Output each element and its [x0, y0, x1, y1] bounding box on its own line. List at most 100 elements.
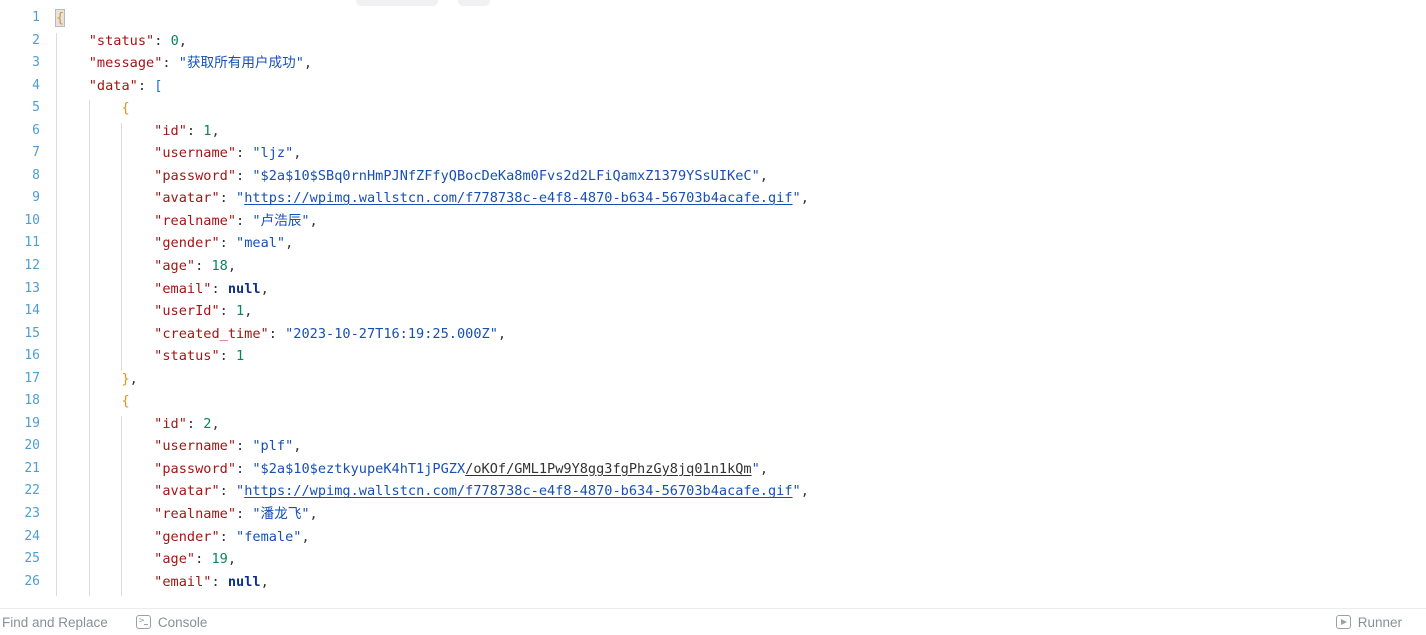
- token-punct: :: [211, 280, 228, 297]
- token-key: "username": [154, 145, 236, 162]
- code-line[interactable]: 19 "id": 2,: [0, 413, 1426, 436]
- line-number: 22: [24, 483, 40, 499]
- code-line[interactable]: 24 "gender": "female",: [0, 526, 1426, 549]
- code-line[interactable]: 22 "avatar": "https://wpimg.wallstcn.com/…: [0, 480, 1426, 503]
- code-line[interactable]: 7 "username": "ljz",: [0, 142, 1426, 165]
- token-punct: ,: [800, 190, 809, 207]
- code-line-content[interactable]: "data": [: [89, 75, 163, 98]
- json-editor[interactable]: 1{2 "status": 0, 3 "message": "获取所有用户成功", 4 "…: [0, 7, 1426, 608]
- code-line-content[interactable]: "message": "获取所有用户成功",: [89, 52, 312, 75]
- token-punct: ,: [497, 325, 507, 342]
- code-line[interactable]: 4 "data": [: [0, 75, 1426, 98]
- code-line-content[interactable]: "realname": "潘龙飞",: [154, 503, 318, 526]
- code-line-content[interactable]: "avatar": "https://wpimg.wallstcn.com/f7…: [154, 187, 809, 210]
- code-line-content[interactable]: "avatar": "https://wpimg.wallstcn.com/f7…: [154, 480, 809, 503]
- code-line[interactable]: 12 "age": 18,: [0, 255, 1426, 278]
- token-link[interactable]: https://wpimg.wallstcn.com/f778738c-e4f8…: [244, 190, 792, 206]
- token-punct: ,: [260, 280, 269, 297]
- code-line-content[interactable]: "gender": "female",: [154, 526, 310, 549]
- code-line[interactable]: 11 "gender": "meal",: [0, 232, 1426, 255]
- token-num: 18: [211, 258, 228, 275]
- code-line[interactable]: 21 "password": "$2a$10$eztkyupeK4hT1jPGZX…: [0, 458, 1426, 481]
- token-key: "data": [88, 77, 138, 94]
- code-line[interactable]: 25 "age": 19,: [0, 548, 1426, 571]
- code-line[interactable]: 6 "id": 1,: [0, 120, 1426, 143]
- top-toolbar-strip: [0, 0, 1426, 7]
- code-line[interactable]: 23 "realname": "潘龙飞",: [0, 503, 1426, 526]
- code-line-content[interactable]: "status": 1: [154, 345, 244, 368]
- token-punct: :: [219, 348, 237, 365]
- code-line[interactable]: 2 "status": 0,: [0, 30, 1426, 53]
- code-line-content[interactable]: "age": 18,: [154, 255, 236, 278]
- find-and-replace-button[interactable]: Find and Replace: [0, 609, 122, 635]
- token-punct: :: [236, 145, 253, 162]
- code-line-content[interactable]: "email": null,: [154, 278, 269, 301]
- code-line-content[interactable]: "username": "ljz",: [154, 142, 301, 165]
- code-line[interactable]: 9 "avatar": "https://wpimg.wallstcn.com/f…: [0, 187, 1426, 210]
- code-line-content[interactable]: "id": 1,: [154, 120, 220, 143]
- code-lines[interactable]: 1{2 "status": 0, 3 "message": "获取所有用户成功", 4 "…: [0, 7, 1426, 593]
- code-line[interactable]: 8 "password": "$2a$10$SBq0rnHmPJNfZFfyQBo…: [0, 165, 1426, 188]
- token-punct: ,: [301, 528, 310, 545]
- token-key: "email": [154, 280, 212, 297]
- line-number: 1: [32, 10, 40, 25]
- toolbar-pill-1[interactable]: [356, 0, 438, 6]
- token-punct: ,: [759, 167, 768, 184]
- code-line-content[interactable]: },: [121, 368, 137, 391]
- code-line[interactable]: 10 "realname": "卢浩辰",: [0, 210, 1426, 233]
- token-num: 1: [236, 303, 245, 320]
- code-line-content[interactable]: "age": 19,: [154, 548, 236, 571]
- token-punct: ,: [309, 212, 318, 229]
- token-punct: :: [236, 167, 253, 184]
- token-link[interactable]: https://wpimg.wallstcn.com/f778738c-e4f8…: [244, 483, 792, 499]
- code-line[interactable]: 5{: [0, 97, 1426, 120]
- code-line-content[interactable]: "email": null,: [154, 571, 269, 594]
- token-key: "userId": [154, 303, 220, 320]
- code-line[interactable]: 26 "email": null,: [0, 571, 1426, 594]
- token-punct: ,: [285, 235, 294, 252]
- console-button[interactable]: Console: [122, 609, 222, 635]
- token-key: "id": [154, 122, 187, 139]
- token-str: ": [236, 190, 245, 207]
- token-null: null: [227, 573, 261, 590]
- line-number: 20: [24, 438, 40, 454]
- token-punct: :: [195, 258, 212, 275]
- runner-button[interactable]: Runner: [1334, 609, 1416, 635]
- code-line-content[interactable]: "userId": 1,: [154, 300, 252, 323]
- token-brace: {: [121, 393, 130, 410]
- code-line-content[interactable]: "password": "$2a$10$SBq0rnHmPJNfZFfyQBoc…: [154, 165, 768, 188]
- token-punct: :: [186, 122, 204, 139]
- code-line[interactable]: 3 "message": "获取所有用户成功",: [0, 52, 1426, 75]
- token-key: "avatar": [154, 483, 220, 500]
- code-line[interactable]: 1{: [0, 7, 1426, 30]
- code-line-content[interactable]: "gender": "meal",: [154, 232, 293, 255]
- code-line[interactable]: 15 "created_time": "2023-10-27T16:19:25.0…: [0, 323, 1426, 346]
- toolbar-pill-2[interactable]: [458, 0, 490, 6]
- code-line-content[interactable]: "status": 0,: [89, 30, 187, 53]
- code-line-content[interactable]: {: [121, 390, 129, 413]
- code-surface[interactable]: 1{2 "status": 0, 3 "message": "获取所有用户成功", 4 "…: [0, 7, 1426, 608]
- code-line-content[interactable]: "id": 2,: [154, 413, 220, 436]
- code-line-content[interactable]: {: [121, 97, 129, 120]
- code-line[interactable]: 18 {: [0, 390, 1426, 413]
- code-line-content[interactable]: "password": "$2a$10$eztkyupeK4hT1jPGZX/o…: [154, 458, 768, 481]
- token-punct: ,: [227, 258, 237, 275]
- line-number: 15: [24, 325, 40, 341]
- code-line-content[interactable]: "created_time": "2023-10-27T16:19:25.000…: [154, 323, 506, 346]
- line-number: 19: [24, 415, 40, 431]
- token-punct: :: [186, 415, 204, 432]
- token-str: "meal": [236, 235, 286, 252]
- code-line[interactable]: 13 "email": null,: [0, 278, 1426, 301]
- code-line-content[interactable]: {: [54, 7, 66, 30]
- play-icon: [1335, 615, 1351, 629]
- line-number: 11: [24, 235, 40, 251]
- token-punct: :: [154, 32, 171, 49]
- code-line-content[interactable]: "username": "plf",: [154, 435, 301, 458]
- code-line[interactable]: 20 "username": "plf",: [0, 435, 1426, 458]
- code-line[interactable]: 14 "userId": 1,: [0, 300, 1426, 323]
- code-line-content[interactable]: "realname": "卢浩辰",: [154, 210, 318, 233]
- code-line[interactable]: 16 "status": 1: [0, 345, 1426, 368]
- code-line[interactable]: 17},: [0, 368, 1426, 391]
- token-key: "age": [154, 258, 196, 275]
- token-str: ": [792, 190, 801, 207]
